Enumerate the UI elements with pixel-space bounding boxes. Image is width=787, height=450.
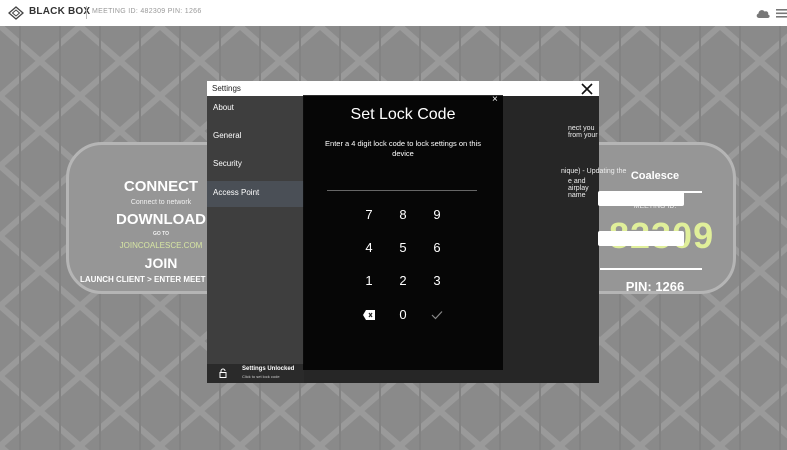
top-bar: BLACK BOX MEETING ID: 482309 PIN: 1266 (0, 0, 787, 26)
sidebar-item-general[interactable]: General (207, 124, 304, 150)
lock-description: Enter a 4 digit lock code to lock settin… (325, 139, 481, 158)
keypad-key-6[interactable]: 6 (427, 239, 447, 257)
pin: PIN: 1266 (625, 279, 685, 294)
unlock-title: Settings Unlocked (242, 366, 295, 372)
divider (600, 268, 702, 270)
keypad-key-9[interactable]: 9 (427, 206, 447, 224)
keypad-key-0[interactable]: 0 (393, 306, 413, 324)
access-point-text: nect you from your (568, 125, 598, 139)
unlock-icon (219, 368, 227, 378)
settings-header: Settings (207, 81, 599, 96)
access-point-text: nique) - Updating the (561, 168, 627, 175)
keypad-key-5[interactable]: 5 (393, 239, 413, 257)
keypad-key-1[interactable]: 1 (359, 272, 379, 290)
black-box-logo-icon (8, 6, 24, 20)
close-icon[interactable]: × (492, 94, 498, 105)
unlock-subtext: Click to set lock code (242, 374, 280, 379)
checkmark-icon[interactable] (431, 310, 443, 320)
set-lock-code-dialog: × Set Lock Code Enter a 4 digit lock cod… (303, 94, 503, 370)
launch-instructions: LAUNCH CLIENT > ENTER MEET (80, 275, 206, 284)
access-point-text: e and airplay name (568, 178, 589, 199)
keypad-key-4[interactable]: 4 (359, 239, 379, 257)
keypad-key-8[interactable]: 8 (393, 206, 413, 224)
lock-title: Set Lock Code (350, 106, 456, 123)
settings-title: Settings (212, 84, 241, 93)
settings-sidebar: About General Security Access Point Sett… (207, 96, 360, 383)
meeting-info: MEETING ID: 482309 PIN: 1266 (92, 8, 202, 15)
backspace-icon[interactable] (363, 310, 375, 320)
code-entry-line (327, 190, 477, 191)
sidebar-item-security[interactable]: Security (207, 152, 304, 178)
password-input[interactable] (598, 231, 684, 246)
ssid-input[interactable] (598, 191, 684, 206)
brand-name: BLACK BOX (29, 6, 91, 17)
keypad-key-2[interactable]: 2 (393, 272, 413, 290)
keypad-key-7[interactable]: 7 (359, 206, 379, 224)
divider (86, 6, 87, 19)
cloud-icon[interactable] (755, 7, 771, 19)
sidebar-item-about[interactable]: About (207, 96, 304, 122)
close-icon[interactable] (580, 82, 594, 96)
sidebar-item-access-point[interactable]: Access Point (207, 181, 304, 207)
menu-icon[interactable] (776, 8, 787, 18)
keypad-key-3[interactable]: 3 (427, 272, 447, 290)
